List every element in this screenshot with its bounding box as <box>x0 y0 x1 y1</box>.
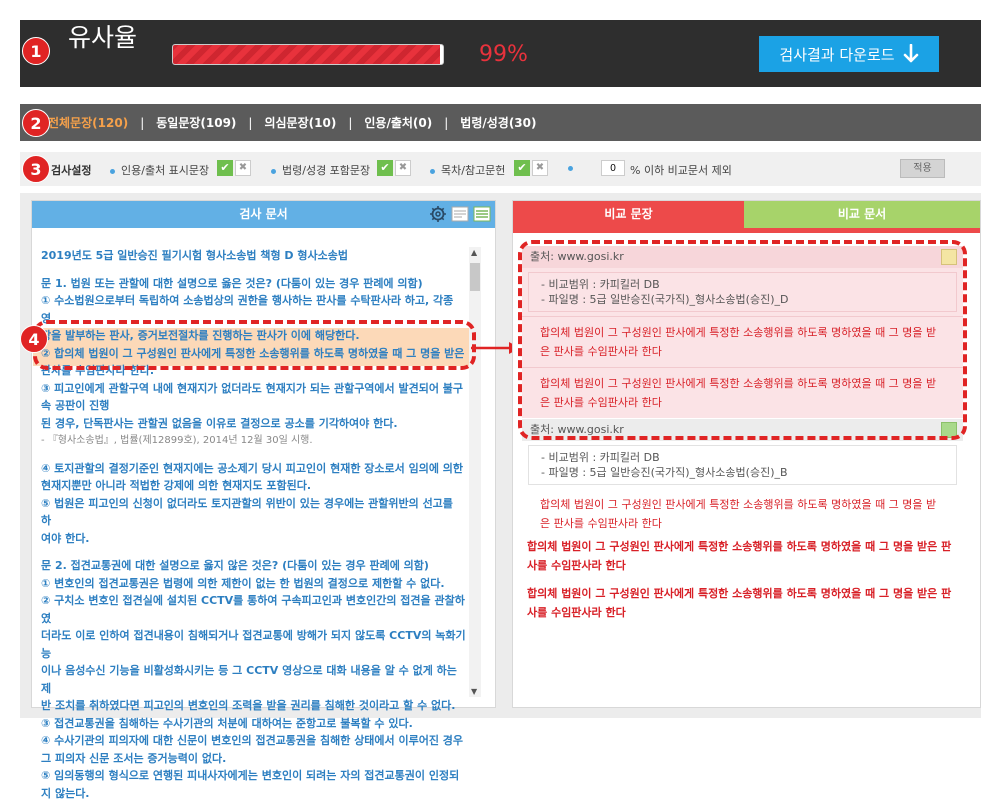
download-results-button[interactable]: 검사결과 다운로드 <box>759 36 939 72</box>
laws-check-icon[interactable]: ✔ <box>377 160 393 176</box>
highlight-outline-left <box>33 320 476 370</box>
exclude-threshold-input[interactable] <box>601 160 625 176</box>
document-line: 여야 한다. <box>41 530 466 548</box>
step-badge-3: 3 <box>22 155 50 183</box>
bullet-icon <box>430 169 435 174</box>
toc-x-icon[interactable]: ✖ <box>532 160 548 176</box>
document-line: 문 1. 법원 또는 관할에 대한 설명으로 옳은 것은? (다툼이 있는 경우… <box>41 275 466 293</box>
document-line: 된 경우, 단독판사는 관할권 없음을 이유로 결정으로 공소를 기각하여야 한… <box>41 415 466 433</box>
spacer <box>41 547 466 557</box>
citation-x-icon[interactable]: ✖ <box>235 160 251 176</box>
similarity-percent: 99% <box>479 42 528 67</box>
progress-fill <box>173 45 440 64</box>
tab-separator: | <box>140 116 144 130</box>
download-label: 검사결과 다운로드 <box>779 44 894 65</box>
scroll-down-icon[interactable]: ▼ <box>471 687 477 696</box>
document-line: 그 피의자 신문 조서는 증거능력이 없다. <box>41 750 466 768</box>
list-view-icon[interactable] <box>473 205 491 223</box>
bullet-icon <box>271 169 276 174</box>
tab-compare-sentence[interactable]: 비교 문장 <box>513 201 744 228</box>
source-meta: - 비교범위 : 카피킬러 DB - 파일명 : 5급 일반승진(국가직)_형사… <box>528 445 957 485</box>
tab-compare-document[interactable]: 비교 문서 <box>744 201 980 228</box>
gear-icon[interactable] <box>429 205 447 223</box>
exclude-label: % 이하 비교문서 제외 <box>630 162 732 178</box>
document-line: ② 구치소 변호인 접견실에 설치된 CCTV를 통하여 구속피고인과 변호인간… <box>41 592 466 627</box>
document-line: - 『형사소송법』, 법률(제12899호), 2014년 12월 30일 시행… <box>41 432 466 450</box>
page-title: 유사율 <box>68 18 137 54</box>
tab-suspect-sentences[interactable]: 의심문장(10) <box>264 114 336 131</box>
apply-button[interactable]: 적용 <box>900 159 945 178</box>
tab-separator: | <box>248 116 252 130</box>
left-scrollbar[interactable]: ▲ ▼ <box>469 247 481 697</box>
bullet-icon <box>568 166 573 171</box>
arrow-down-icon <box>903 44 919 64</box>
spacer <box>41 450 466 460</box>
document-line: 현재지뿐만 아니라 적법한 강제에 의한 현재지도 포함된다. <box>41 477 466 495</box>
document-line: 반 조치를 취하였다면 피고인의 변호인의 조력을 받을 권리를 침해한 것이라… <box>41 697 466 715</box>
step-badge-4: 4 <box>20 325 48 353</box>
document-line: ④ 토지관할의 결정기준인 현재지에는 공소제기 당시 피고인이 현재한 장소로… <box>41 460 466 478</box>
document-line: 더라도 이로 인하여 접견내용이 침해되거나 접견교통에 방해가 되지 않도록 … <box>41 627 466 662</box>
left-panel-header: 검사 문서 <box>32 201 495 228</box>
citation-check-icon[interactable]: ✔ <box>217 160 233 176</box>
scroll-up-icon[interactable]: ▲ <box>471 248 477 257</box>
inspection-settings-bar: 검사설정 인용/출처 표시문장 ✔ ✖ 법령/성경 포함문장 ✔ ✖ 목차/참고… <box>20 152 981 186</box>
highlight-outline-right <box>518 240 967 440</box>
tab-all-sentences[interactable]: 전체문장(120) <box>48 114 128 131</box>
scroll-thumb[interactable] <box>470 263 480 291</box>
matched-sentence[interactable]: 합의체 법원이 그 구성원인 판사에게 특정한 소송행위를 하도록 명하였을 때… <box>527 584 959 622</box>
document-line: 2019년도 5급 일반승진 필기시험 형사소송법 책형 D 형사소송법 <box>41 247 466 265</box>
tab-separator: | <box>348 116 352 130</box>
settings-label: 검사설정 <box>51 162 91 178</box>
document-line: ⑤ 법원은 피고인의 신청이 없더라도 토지관할의 위반이 있는 경우에는 관할… <box>41 495 466 530</box>
similarity-progress-bar <box>172 44 444 65</box>
step-badge-2: 2 <box>22 109 50 137</box>
sentence-filter-tabs: 전체문장(120) | 동일문장(109) | 의심문장(10) | 인용/출처… <box>20 104 981 141</box>
step-badge-1: 1 <box>22 37 50 65</box>
laws-x-icon[interactable]: ✖ <box>395 160 411 176</box>
document-line: ① 변호인의 접견교통권은 법령에 의한 제한이 없는 한 법원의 결정으로 제… <box>41 575 466 593</box>
option-toc: 목차/참고문헌 <box>430 162 505 178</box>
option-citation: 인용/출처 표시문장 <box>110 162 209 178</box>
matched-sentence[interactable]: 합의체 법원이 그 구성원인 판사에게 특정한 소송행위를 하도록 명하였을 때… <box>522 489 963 539</box>
document-line: ③ 피고인에게 관할구역 내에 현재지가 없더라도 현재지가 되는 관할구역에서… <box>41 380 466 415</box>
bullet-icon <box>110 169 115 174</box>
document-view-icon[interactable] <box>451 205 469 223</box>
document-line: 이나 음성수신 기능을 비활성화시키는 등 그 CCTV 영상으로 대화 내용을… <box>41 662 466 697</box>
spacer <box>41 265 466 275</box>
document-line: 지 않는다. <box>41 785 466 802</box>
document-line: ③ 접견교통권을 침해하는 수사기관의 처분에 대하여는 준항고로 불복할 수 … <box>41 715 466 733</box>
toc-check-icon[interactable]: ✔ <box>514 160 530 176</box>
tab-identical-sentences[interactable]: 동일문장(109) <box>156 114 236 131</box>
matched-sentence[interactable]: 합의체 법원이 그 구성원인 판사에게 특정한 소송행위를 하도록 명하였을 때… <box>527 537 959 575</box>
tab-citations[interactable]: 인용/출처(0) <box>364 114 432 131</box>
document-line: ④ 수사기관의 피의자에 대한 신문이 변호인의 접견교통권을 침해한 상태에서… <box>41 732 466 750</box>
option-laws: 법령/성경 포함문장 <box>271 162 370 178</box>
document-line: ⑤ 임의동행의 형식으로 연행된 피내사자에게는 변호인이 되려는 자의 접견교… <box>41 767 466 785</box>
tab-laws-scripture[interactable]: 법령/성경(30) <box>460 114 536 131</box>
tab-separator: | <box>444 116 448 130</box>
document-line: 문 2. 접견교통권에 대한 설명으로 옳지 않은 것은? (다툼이 있는 경우… <box>41 557 466 575</box>
